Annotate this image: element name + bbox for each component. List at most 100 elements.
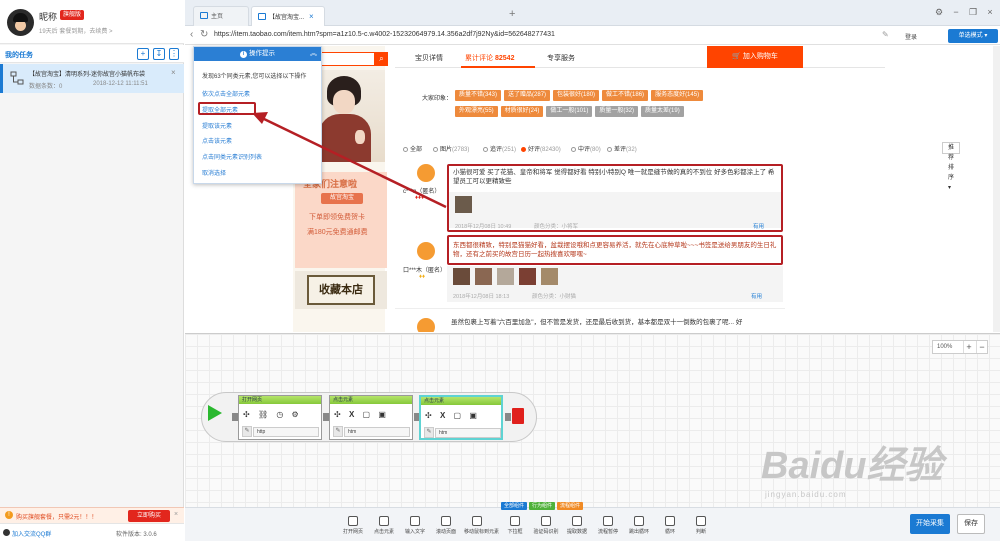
tool-input-text[interactable]: 输入文字 bbox=[402, 516, 428, 535]
loop-icon: ✣ bbox=[243, 410, 253, 419]
filter-neutral[interactable]: 中评(80) bbox=[571, 144, 601, 153]
block-param[interactable]: htm bbox=[344, 427, 410, 437]
selection-mode-select[interactable]: 单选模式 ▾ bbox=[948, 29, 998, 43]
close-window-icon[interactable]: × bbox=[983, 6, 997, 18]
review-image[interactable] bbox=[455, 196, 472, 213]
tab-reviews[interactable]: 累计评论 82542 bbox=[465, 53, 514, 63]
tool-break-loop[interactable]: 跳出循环 bbox=[626, 516, 652, 535]
option-click-similar[interactable]: 点击同类元素识别列表 bbox=[202, 152, 262, 161]
filter-followup[interactable]: 追评(251) bbox=[483, 144, 516, 153]
impression-tag[interactable]: 服务态度好(145) bbox=[651, 90, 704, 101]
useful-link[interactable]: 有用 bbox=[751, 292, 762, 300]
tool-dropdown[interactable]: 下拉框 bbox=[502, 516, 528, 535]
review-image[interactable] bbox=[497, 268, 514, 285]
option-cancel[interactable]: 取消选择 bbox=[202, 168, 226, 177]
import-task-icon[interactable]: ↧ bbox=[153, 48, 165, 60]
edit-icon[interactable]: ✎ bbox=[333, 426, 343, 437]
impression-tag[interactable]: 材质很好(24) bbox=[500, 106, 544, 117]
zoom-out-button[interactable]: − bbox=[976, 341, 987, 353]
impression-tag[interactable]: 做工一般(101) bbox=[546, 106, 593, 117]
tool-loop[interactable]: 循环 bbox=[657, 516, 683, 535]
block-param[interactable]: htm bbox=[435, 428, 501, 438]
tool-pause[interactable]: 流程暂停 bbox=[595, 516, 621, 535]
review-image[interactable] bbox=[475, 268, 492, 285]
tool-extract-data[interactable]: 提取数据 bbox=[564, 516, 590, 535]
popup-header: i 操作提示 bbox=[194, 47, 321, 61]
review-image[interactable] bbox=[453, 268, 470, 285]
tab-service[interactable]: 专享服务 bbox=[547, 53, 575, 63]
group-behavior-components[interactable]: 行为组件 bbox=[529, 502, 556, 510]
login-link[interactable]: 登录 bbox=[905, 32, 917, 41]
coupon-banner[interactable]: 全家们注意啦 故宫淘宝 下单即领免费贺卡 满180元免费通邮费 bbox=[295, 172, 387, 268]
tool-open-page[interactable]: 打开网页 bbox=[340, 516, 366, 535]
block-click-element-selected[interactable]: 点击元素 ✣ X ▢ ▣ ✎ htm bbox=[419, 395, 503, 440]
option-click-element[interactable]: 点击该元素 bbox=[202, 136, 232, 145]
impression-tag[interactable]: 包装很好(180) bbox=[553, 90, 600, 101]
close-icon[interactable]: × bbox=[174, 511, 178, 518]
impression-tag[interactable]: 送了赠品(287) bbox=[504, 90, 551, 101]
zoom-in-button[interactable]: + bbox=[963, 341, 974, 353]
review-image[interactable] bbox=[519, 268, 536, 285]
impression-tag[interactable]: 质量太差(19) bbox=[641, 106, 684, 117]
delete-icon: X bbox=[439, 411, 449, 420]
refresh-icon[interactable]: ↻ bbox=[200, 29, 208, 40]
task-item[interactable]: 【故宫淘宝】清明系列-迷你故宫小猫帆布袋 数据条数：0 2018-12-12 1… bbox=[0, 64, 184, 93]
tab-home[interactable]: 主页 bbox=[193, 6, 249, 26]
option-extract-element[interactable]: 提取该元素 bbox=[202, 121, 232, 130]
filter-all[interactable]: 全部 bbox=[403, 144, 422, 153]
impression-tag[interactable]: 质量不错(343) bbox=[455, 90, 502, 101]
divider bbox=[395, 308, 785, 309]
save-button[interactable]: 保存 bbox=[957, 514, 985, 534]
impression-tag[interactable]: 做工不错(186) bbox=[602, 90, 649, 101]
new-task-icon[interactable]: + bbox=[137, 48, 149, 60]
tool-click-element[interactable]: 点击元素 bbox=[371, 516, 397, 535]
review-image[interactable] bbox=[541, 268, 558, 285]
brush-icon[interactable]: ✎ bbox=[882, 30, 889, 39]
stop-icon[interactable] bbox=[512, 408, 524, 424]
filter-negative[interactable]: 差评(32) bbox=[607, 144, 637, 153]
qq-group-link[interactable]: 加入交流QQ群 bbox=[12, 529, 51, 538]
start-icon[interactable] bbox=[208, 405, 222, 421]
tool-condition[interactable]: 判断 bbox=[688, 516, 714, 535]
block-param[interactable]: http bbox=[253, 427, 319, 437]
block-actions: ✣ X ▢ ▣ bbox=[334, 410, 389, 419]
minimize-icon[interactable]: − bbox=[949, 6, 963, 18]
buy-now-button[interactable]: 立即购买 bbox=[128, 510, 170, 522]
edit-icon[interactable]: ✎ bbox=[242, 426, 252, 437]
page-scrollbar[interactable] bbox=[993, 46, 1000, 332]
review-highlight[interactable]: 小猫很可爱 买了花猫、皇帝和将军 觉得都好看 特别小特别Q 唯一就是缝节做的真的… bbox=[447, 164, 783, 232]
close-icon[interactable]: × bbox=[171, 68, 176, 77]
tab-product[interactable]: 【故宫淘宝... × bbox=[251, 6, 325, 26]
option-click-all[interactable]: 依次点击全部元素 bbox=[202, 89, 250, 98]
review-highlight[interactable]: 东西都很精致，特别是猫猫好看，盆栽摆设哦和点更容易养活，就先在心底种草啦~~~书… bbox=[447, 235, 783, 265]
settings-icon[interactable]: ⚙ bbox=[932, 6, 946, 18]
more-icon[interactable]: ⋮ bbox=[169, 48, 179, 60]
impression-tag[interactable]: 质量一般(32) bbox=[595, 106, 639, 117]
avatar[interactable] bbox=[7, 9, 34, 36]
impression-tag[interactable]: 外观漂亮(55) bbox=[455, 106, 498, 117]
favorite-shop-banner[interactable]: 收藏本店 bbox=[295, 271, 387, 309]
edit-icon[interactable]: ✎ bbox=[424, 427, 434, 438]
sort-select[interactable]: 推荐排序 ▾ bbox=[942, 142, 961, 191]
back-icon[interactable]: ‹ bbox=[190, 29, 193, 40]
filter-images[interactable]: 图片(2783) bbox=[433, 144, 469, 153]
close-icon[interactable]: × bbox=[309, 12, 314, 21]
tool-captcha[interactable]: 验证码识别 bbox=[533, 516, 559, 535]
search-icon[interactable]: ⌕ bbox=[375, 52, 388, 66]
tab-details[interactable]: 宝贝详情 bbox=[415, 53, 443, 63]
group-all-components[interactable]: 全部组件 bbox=[501, 502, 528, 510]
new-tab-icon[interactable]: + bbox=[509, 8, 515, 20]
tool-scroll-page[interactable]: 滚动页面 bbox=[433, 516, 459, 535]
filter-positive[interactable]: 好评(82430) bbox=[521, 144, 561, 153]
useful-link[interactable]: 有用 bbox=[753, 222, 764, 230]
collapse-icon[interactable]: ︽ bbox=[310, 47, 317, 61]
tool-hover-element[interactable]: 移动鼠标到元素 bbox=[464, 516, 499, 535]
start-collect-button[interactable]: 开始采集 bbox=[910, 514, 950, 534]
add-to-cart-button[interactable]: 🛒 加入购物车 bbox=[707, 46, 803, 68]
url-field[interactable]: https://item.taobao.com/item.htm?spm=a1z… bbox=[214, 31, 555, 38]
vip-expire-notice[interactable]: 19天后 套餐到期，去续费 > bbox=[39, 26, 113, 35]
block-open-page[interactable]: 打开网页 ✣ ⛓ ◷ ⚙ ✎ http bbox=[238, 395, 322, 440]
restore-icon[interactable]: ❐ bbox=[966, 6, 980, 18]
group-flow-components[interactable]: 流程组件 bbox=[557, 502, 584, 510]
block-click-element[interactable]: 点击元素 ✣ X ▢ ▣ ✎ htm bbox=[329, 395, 413, 440]
